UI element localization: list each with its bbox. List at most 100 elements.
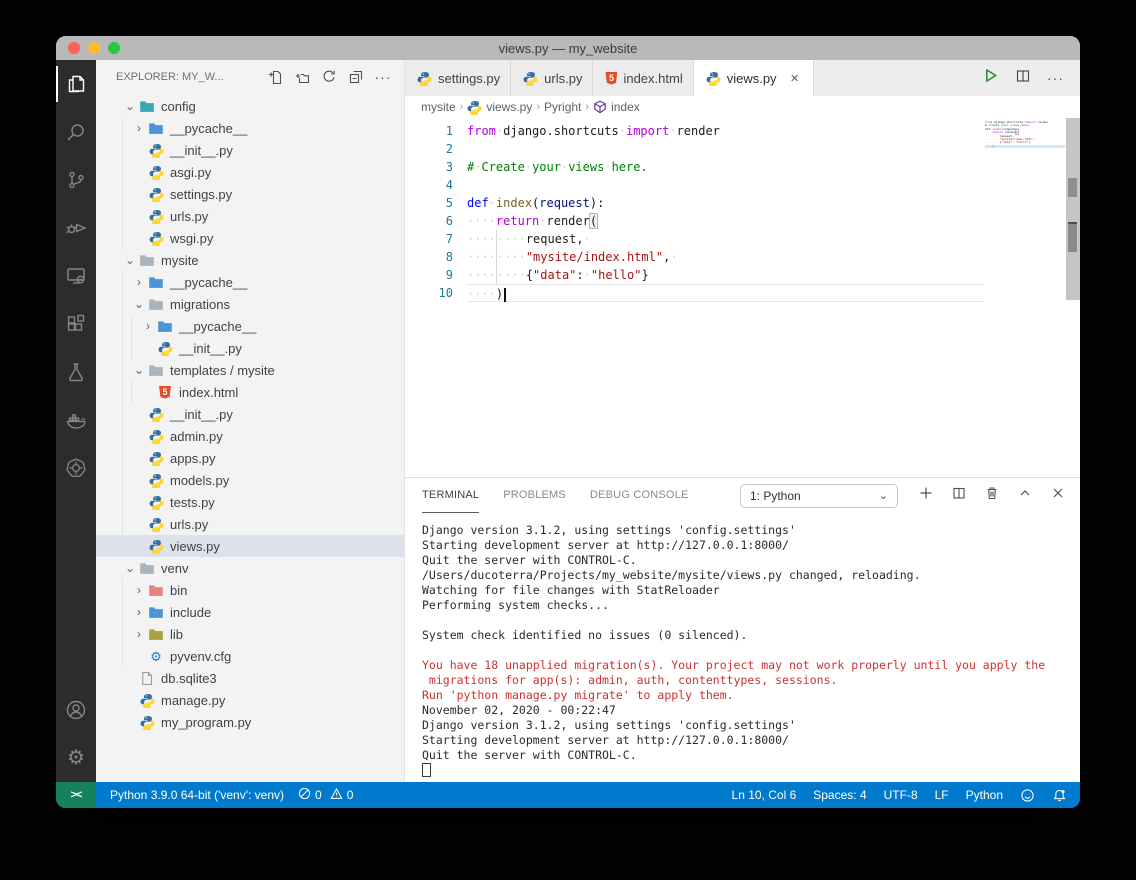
tree-item-my-program-py[interactable]: my_program.py xyxy=(96,711,404,733)
code-line[interactable]: 1from·django.shortcuts·import·render xyxy=(405,122,1080,140)
minimap[interactable]: from·django.shortcuts·import·render#·Cre… xyxy=(985,121,1065,148)
tree-item-mysite[interactable]: ⌄mysite xyxy=(96,249,404,271)
tree-item--init-py[interactable]: __init__.py xyxy=(96,403,404,425)
tree-item-admin-py[interactable]: admin.py xyxy=(96,425,404,447)
terminal-picker-dropdown[interactable]: 1: Python ⌄ xyxy=(740,484,898,508)
collapse-all-button[interactable] xyxy=(345,66,367,88)
code-line[interactable]: 3#·Create·your·views·here. xyxy=(405,158,1080,176)
tree-item-asgi-py[interactable]: asgi.py xyxy=(96,161,404,183)
tree-item-config[interactable]: ⌄config xyxy=(96,95,404,117)
python-interpreter-status[interactable]: Python 3.9.0 64-bit ('venv': venv) xyxy=(110,788,284,802)
tree-item-lib[interactable]: ›lib xyxy=(96,623,404,645)
code-line[interactable]: 8········"mysite/index.html",· xyxy=(405,248,1080,266)
tree-item-index-html[interactable]: 5index.html xyxy=(96,381,404,403)
activity-run-debug[interactable] xyxy=(56,204,96,252)
tab-views-py[interactable]: views.py✕ xyxy=(694,60,814,96)
split-terminal-button[interactable] xyxy=(951,485,967,506)
status-python[interactable]: Python xyxy=(966,788,1003,802)
tree-item-wsgi-py[interactable]: wsgi.py xyxy=(96,227,404,249)
code-line[interactable]: 7········request,· xyxy=(405,230,1080,248)
tree-item-include[interactable]: ›include xyxy=(96,601,404,623)
status-lf[interactable]: LF xyxy=(935,788,949,802)
minimize-window-button[interactable] xyxy=(88,42,100,54)
tree-item-templates-mysite[interactable]: ⌄templates / mysite xyxy=(96,359,404,381)
code-line[interactable]: 4 xyxy=(405,176,1080,194)
status-utf-8[interactable]: UTF-8 xyxy=(884,788,918,802)
code-token: · xyxy=(604,160,611,174)
code-editor[interactable]: 1from·django.shortcuts·import·render23#·… xyxy=(405,118,1080,477)
new-folder-button[interactable] xyxy=(291,66,313,88)
tree-item-apps-py[interactable]: apps.py xyxy=(96,447,404,469)
panel-tab-debug-console[interactable]: DEBUG CONSOLE xyxy=(590,478,689,512)
editor-scrollbar[interactable] xyxy=(1066,118,1080,300)
tree-item-manage-py[interactable]: manage.py xyxy=(96,689,404,711)
tree-item-models-py[interactable]: models.py xyxy=(96,469,404,491)
code-line[interactable]: 9········{"data":·"hello"} xyxy=(405,266,1080,284)
tree-item-views-py[interactable]: views.py xyxy=(96,535,404,557)
close-panel-button[interactable] xyxy=(1050,485,1066,506)
split-editor-button[interactable] xyxy=(1015,68,1031,89)
refresh-button[interactable] xyxy=(318,66,340,88)
run-python-file-button[interactable] xyxy=(982,67,999,89)
terminal-output[interactable]: Django version 3.1.2, using settings 'co… xyxy=(405,513,1080,782)
breadcrumb-item-pyright[interactable]: Pyright xyxy=(544,100,581,114)
breadcrumb-item-views.py[interactable]: views.py xyxy=(467,100,532,115)
feedback-button[interactable] xyxy=(1020,788,1035,803)
tree-item-bin[interactable]: ›bin xyxy=(96,579,404,601)
trash-button[interactable] xyxy=(984,485,1000,506)
tree-item-icon xyxy=(147,583,165,598)
tree-item-urls-py[interactable]: urls.py xyxy=(96,205,404,227)
panel-tab-terminal[interactable]: TERMINAL xyxy=(422,478,479,513)
zoom-window-button[interactable] xyxy=(108,42,120,54)
tree-item--pycache-[interactable]: ›__pycache__ xyxy=(96,117,404,139)
code-line[interactable]: 2 xyxy=(405,140,1080,158)
editor-more-actions-button[interactable]: ··· xyxy=(1047,75,1064,81)
tree-item--pycache-[interactable]: ›__pycache__ xyxy=(96,271,404,293)
problems-status[interactable]: 0 0 xyxy=(298,787,353,803)
tree-item-tests-py[interactable]: tests.py xyxy=(96,491,404,513)
tab-urls-py[interactable]: urls.py xyxy=(511,60,593,96)
breadcrumb-item-mysite[interactable]: mysite xyxy=(421,100,456,114)
activity-kubernetes[interactable] xyxy=(56,444,96,492)
plus-button[interactable] xyxy=(918,485,934,506)
activity-testing[interactable] xyxy=(56,348,96,396)
tree-item-venv[interactable]: ⌄venv xyxy=(96,557,404,579)
tree-item-db-sqlite3[interactable]: db.sqlite3 xyxy=(96,667,404,689)
code-line[interactable]: 6····return·render( xyxy=(405,212,1080,230)
tree-indent-guide xyxy=(122,139,131,161)
activity-settings[interactable]: ⚙ xyxy=(56,734,96,782)
title-bar[interactable]: views.py — my_website xyxy=(56,36,1080,60)
notifications-button[interactable] xyxy=(1052,788,1067,803)
activity-search[interactable] xyxy=(56,108,96,156)
status-ln-10-col-6[interactable]: Ln 10, Col 6 xyxy=(732,788,797,802)
panel-tab-problems[interactable]: PROBLEMS xyxy=(503,478,566,512)
tree-item--pycache-[interactable]: ›__pycache__ xyxy=(96,315,404,337)
tree-item-urls-py[interactable]: urls.py xyxy=(96,513,404,535)
code-line[interactable]: 10····) xyxy=(405,284,1080,302)
activity-remote-explorer[interactable] xyxy=(56,252,96,300)
tree-item-settings-py[interactable]: settings.py xyxy=(96,183,404,205)
close-window-button[interactable] xyxy=(68,42,80,54)
activity-source-control[interactable] xyxy=(56,156,96,204)
tree-item--init-py[interactable]: __init__.py xyxy=(96,139,404,161)
breadcrumb-item-index[interactable]: index xyxy=(593,100,640,114)
activity-explorer[interactable] xyxy=(56,60,96,108)
tree-item-pyvenv-cfg[interactable]: ⚙pyvenv.cfg xyxy=(96,645,404,667)
status-spaces-4[interactable]: Spaces: 4 xyxy=(813,788,866,802)
code-line[interactable]: 5def·index(request): xyxy=(405,194,1080,212)
tab-settings-py[interactable]: settings.py xyxy=(405,60,511,96)
more-button[interactable]: ··· xyxy=(372,66,394,88)
activity-account[interactable] xyxy=(56,686,96,734)
line-number: 3 xyxy=(405,158,467,176)
tree-item-migrations[interactable]: ⌄migrations xyxy=(96,293,404,315)
activity-docker[interactable] xyxy=(56,396,96,444)
close-tab-icon[interactable]: ✕ xyxy=(787,72,803,85)
chevron-up-button[interactable] xyxy=(1017,485,1033,506)
scrollbar-thumb[interactable] xyxy=(1068,222,1077,252)
remote-indicator[interactable]: >< xyxy=(56,782,96,808)
notifications-bell-icon xyxy=(1052,788,1067,803)
activity-extensions[interactable] xyxy=(56,300,96,348)
tree-item--init-py[interactable]: __init__.py xyxy=(96,337,404,359)
tab-index-html[interactable]: 5index.html xyxy=(593,60,693,96)
new-file-button[interactable] xyxy=(264,66,286,88)
